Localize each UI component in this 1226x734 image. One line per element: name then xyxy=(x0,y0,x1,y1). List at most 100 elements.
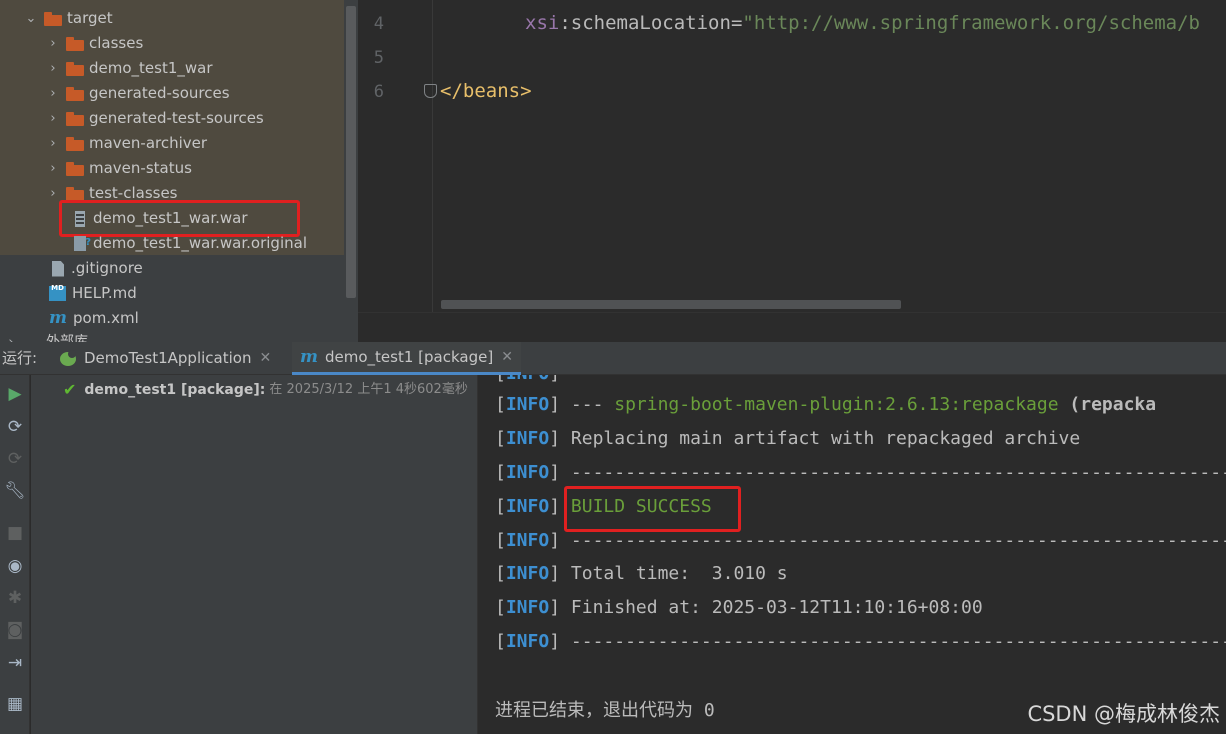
code-editor[interactable]: 4 5 6 xsi:schemaLocation="http://www.spr… xyxy=(358,0,1226,312)
console-text: --- xyxy=(570,394,615,415)
tree-item-label: HELP.md xyxy=(72,284,137,302)
chevron-right-icon[interactable]: › xyxy=(46,106,60,131)
tab-demo-test1-package[interactable]: m demo_test1 [package] ✕ xyxy=(292,342,521,375)
fold-end-icon[interactable] xyxy=(424,84,437,98)
maven-icon: m xyxy=(49,308,67,328)
stop-icon[interactable]: ■ xyxy=(4,522,26,544)
run-item-meta: 在 2025/3/12 上午1 4秒602毫秒 xyxy=(269,382,468,397)
tree-item-classes[interactable]: › classes xyxy=(46,31,143,56)
tree-item-label: .gitignore xyxy=(71,259,143,277)
tree-item-label: maven-archiver xyxy=(89,134,208,152)
tree-item-gitignore[interactable]: .gitignore xyxy=(50,256,143,281)
folder-icon xyxy=(44,11,62,26)
line-number: 6 xyxy=(373,82,384,102)
console-text: ----------------------------------------… xyxy=(570,631,1226,652)
editor-horizontal-scrollbar[interactable] xyxy=(441,300,901,309)
tree-item-label: demo_test1_war.war.original xyxy=(93,234,307,252)
tree-item-target[interactable]: ⌄ target xyxy=(24,6,113,31)
xml-equals: = xyxy=(730,12,743,34)
debug-icon[interactable]: ✱ xyxy=(4,587,26,609)
camera-icon[interactable]: ◙ xyxy=(4,619,26,641)
run-icon[interactable]: ▶ xyxy=(4,383,26,405)
log-level: INFO xyxy=(505,530,550,551)
run-tree-item[interactable]: ✔ demo_test1 [package]: 在 2025/3/12 上午1 … xyxy=(63,379,468,401)
markdown-icon: MD xyxy=(48,284,67,303)
process-exit-message: 进程已结束，退出代码为 0 xyxy=(495,700,715,721)
tree-item-generated-test-sources[interactable]: › generated-test-sources xyxy=(46,106,264,131)
watermark: CSDN @梅成林俊杰 xyxy=(1027,702,1220,726)
code-line-6: </beans> xyxy=(440,80,532,102)
console-text: Total time: 3.010 s xyxy=(570,563,788,584)
console-line: [INFO] --- spring-boot-maven-plugin:2.6.… xyxy=(495,394,1157,415)
line-number: 4 xyxy=(373,14,384,34)
run-toolbar: ▶ ⟳ ⟳ 🔧︎ ■ ◉ ✱ ◙ ⇥ ▦ xyxy=(0,375,30,734)
close-icon[interactable]: ✕ xyxy=(501,341,513,374)
log-level: INFO xyxy=(506,375,549,384)
chevron-right-icon[interactable]: › xyxy=(46,31,60,56)
chevron-right-icon[interactable]: › xyxy=(46,131,60,156)
maven-icon: m xyxy=(300,346,318,367)
console-line: [INFO] Total time: 3.010 s xyxy=(495,563,788,584)
tree-item-demo-test1-war[interactable]: › demo_test1_war xyxy=(46,56,212,81)
tab-demo-test1-application[interactable]: DemoTest1Application ✕ xyxy=(60,342,271,375)
folder-icon xyxy=(66,111,84,126)
tree-item-pom-xml[interactable]: m pom.xml xyxy=(48,306,139,331)
rerun-failed-icon[interactable]: ⟳ xyxy=(4,448,26,470)
xml-colon: : xyxy=(559,12,571,34)
exit-icon[interactable]: ⇥ xyxy=(4,652,26,674)
layout-icon[interactable]: ▦ xyxy=(4,693,26,715)
log-level: INFO xyxy=(505,563,550,584)
project-tree: ⌄ target › classes › demo_test1_war › ge… xyxy=(0,0,358,342)
folder-icon xyxy=(66,86,84,101)
gutter-divider xyxy=(432,0,433,312)
tab-label: demo_test1 [package] xyxy=(325,347,494,366)
folder-icon xyxy=(66,136,84,151)
chevron-right-icon[interactable]: › xyxy=(4,330,18,342)
line-number: 5 xyxy=(373,48,384,68)
rerun-icon[interactable]: ⟳ xyxy=(4,416,26,438)
console-text: ----------------------------------------… xyxy=(570,462,1226,483)
console-line: [INFO] Finished at: 2025-03-12T11:10:16+… xyxy=(495,597,983,618)
console-line: [INFO] ---------------------------------… xyxy=(495,631,1226,652)
console-output[interactable]: [INFO] [INFO] --- spring-boot-maven-plug… xyxy=(479,375,1226,734)
tree-item-maven-status[interactable]: › maven-status xyxy=(46,156,192,181)
folder-icon xyxy=(66,61,84,76)
tree-item-generated-sources[interactable]: › generated-sources xyxy=(46,81,230,106)
xml-attribute-value: "http://www.springframework.org/schema/b xyxy=(742,12,1200,34)
eye-icon[interactable]: ◉ xyxy=(4,555,26,577)
chevron-right-icon[interactable]: › xyxy=(46,156,60,181)
tree-item-label: maven-status xyxy=(89,159,192,177)
run-item-name: demo_test1 [package]: xyxy=(84,382,266,398)
console-line: [INFO] Replacing main artifact with repa… xyxy=(495,428,1081,449)
tree-item-maven-archiver[interactable]: › maven-archiver xyxy=(46,131,207,156)
tree-scrollbar[interactable] xyxy=(346,6,356,298)
tree-item-war-original[interactable]: demo_test1_war.war.original xyxy=(72,230,307,256)
console-text: ----------------------------------------… xyxy=(570,530,1226,551)
tree-item-label: 外部库 xyxy=(46,334,88,342)
check-icon: ✔ xyxy=(63,380,77,399)
tree-item-help-md[interactable]: MD HELP.md xyxy=(48,281,137,306)
tree-item-label: generated-sources xyxy=(89,84,230,102)
close-icon[interactable]: ✕ xyxy=(259,342,271,375)
plugin-name: spring-boot-maven-plugin:2.6.13:repackag… xyxy=(614,394,1059,415)
run-label: 运行: xyxy=(2,349,38,367)
run-tree-panel: ✔ demo_test1 [package]: 在 2025/3/12 上午1 … xyxy=(31,375,478,734)
wrench-icon[interactable]: 🔧︎ xyxy=(4,480,26,502)
chevron-right-icon[interactable]: › xyxy=(46,56,60,81)
folder-icon xyxy=(66,161,84,176)
tree-item-label: generated-test-sources xyxy=(89,109,264,127)
log-level: INFO xyxy=(505,597,550,618)
code-line-4: xsi:schemaLocation="http://www.springfra… xyxy=(525,12,1200,34)
chevron-down-icon[interactable]: ⌄ xyxy=(24,6,38,31)
console-text: (repacka xyxy=(1058,394,1157,415)
editor-bottom-area xyxy=(358,312,1226,342)
tab-label: DemoTest1Application xyxy=(84,349,252,367)
tree-item-label: classes xyxy=(89,34,144,52)
chevron-right-icon[interactable]: › xyxy=(46,181,60,206)
gitignore-icon xyxy=(50,260,66,278)
tree-item-external-libs[interactable]: › 外部库 xyxy=(4,330,88,342)
log-level: INFO xyxy=(505,496,550,517)
chevron-right-icon[interactable]: › xyxy=(46,81,60,106)
run-tool-window-header: 运行: DemoTest1Application ✕ m demo_test1 … xyxy=(0,342,1226,375)
build-success-highlight-box xyxy=(564,486,741,532)
